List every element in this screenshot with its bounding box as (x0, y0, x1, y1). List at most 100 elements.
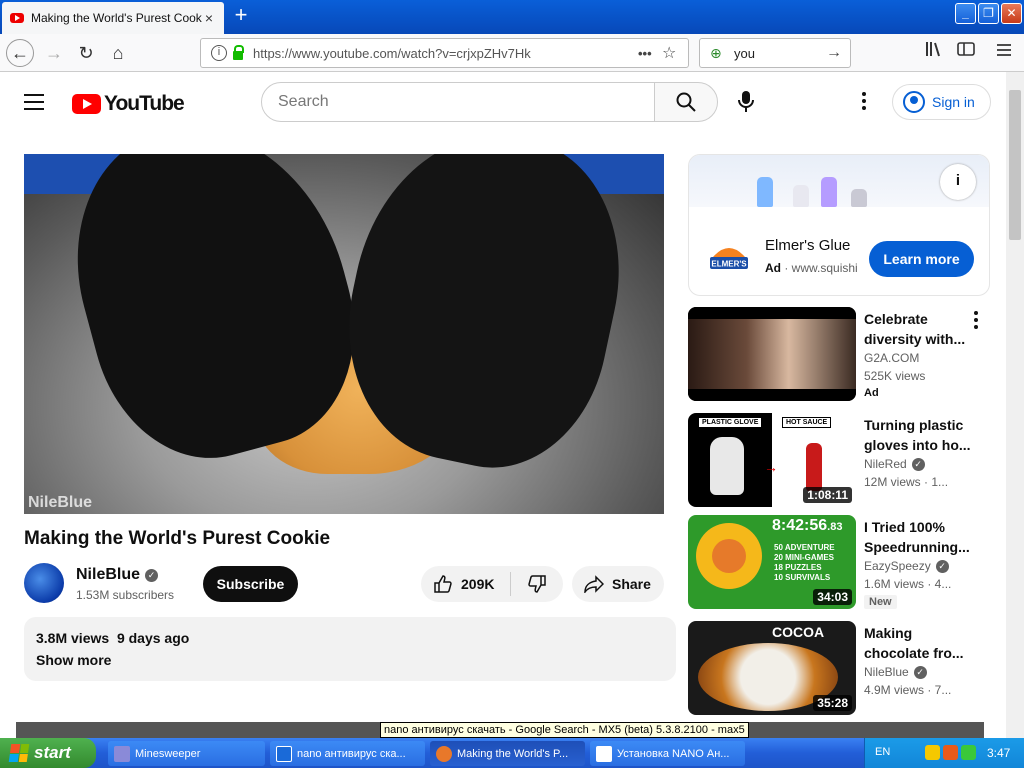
video-player[interactable]: NileBlue (24, 154, 664, 514)
rec-title[interactable]: Celebrate diversity with... (864, 309, 972, 349)
video-thumbnail[interactable]: PLASTIC GLOVE HOT SAUCE → 1:08:11 (688, 413, 856, 507)
library-icon[interactable] (920, 39, 948, 67)
mx5-icon (276, 745, 292, 762)
browser-search-input[interactable]: you (734, 46, 826, 61)
firefox-icon (436, 745, 452, 762)
minimize-button[interactable]: _ (955, 3, 976, 24)
page-scrollbar[interactable] (1006, 72, 1024, 738)
youtube-search-input[interactable]: Search (261, 82, 655, 122)
share-button[interactable]: Share (572, 566, 664, 602)
recommended-video[interactable]: PLASTIC GLOVE HOT SAUCE → 1:08:11 Turnin… (688, 413, 990, 507)
scrollbar-thumb[interactable] (1009, 90, 1021, 240)
home-button[interactable]: ⌂ (104, 39, 132, 67)
description-box[interactable]: 3.8M views 9 days ago Show more (24, 617, 676, 681)
ad-badge: Ad (864, 387, 879, 399)
youtube-logo[interactable]: YouTube (72, 92, 185, 116)
svg-text:ELMER'S: ELMER'S (711, 260, 747, 269)
close-window-button[interactable]: ✕ (1001, 3, 1022, 24)
browser-tab[interactable]: Making the World's Purest Cookie × (2, 2, 224, 34)
verified-check-icon: ✓ (145, 569, 159, 582)
video-thumbnail[interactable] (688, 307, 856, 401)
rec-title[interactable]: I Tried 100% Speedrunning... (864, 517, 972, 557)
security-shield-icon[interactable] (925, 745, 940, 760)
dislike-button[interactable] (511, 574, 563, 594)
url-bar[interactable]: i https://www.youtube.com/watch?v=crjxpZ… (200, 38, 689, 68)
video-thumbnail[interactable]: COCOA 35:28 (688, 621, 856, 715)
page-actions-icon[interactable]: ••• (638, 46, 662, 61)
youtube-search-button[interactable] (654, 82, 718, 122)
microphone-icon[interactable] (736, 90, 756, 114)
video-watermark: NileBlue (28, 494, 93, 511)
recommended-video[interactable]: COCOA 35:28 Making chocolate fro... Nile… (688, 621, 990, 715)
taskbar-item-firefox[interactable]: Making the World's P... (430, 741, 585, 766)
network-icon[interactable] (961, 745, 976, 760)
learn-more-button[interactable]: Learn more (869, 241, 974, 277)
lock-icon (233, 44, 244, 60)
youtube-header: YouTube Search Sign in (0, 72, 1006, 132)
rec-views: 1.6M views · 4... (864, 577, 952, 591)
maximize-button[interactable]: ❐ (978, 3, 999, 24)
more-options-icon[interactable] (974, 311, 978, 332)
sign-in-button[interactable]: Sign in (892, 84, 991, 120)
rec-title[interactable]: Turning plastic gloves into ho... (864, 415, 972, 455)
show-more-link[interactable]: Show more (36, 652, 664, 668)
elmers-logo: ELMER'S (709, 243, 749, 273)
ad-title[interactable]: Elmer's Glue (765, 237, 850, 254)
video-duration: 34:03 (813, 589, 852, 605)
windows-taskbar: start Minesweeper nano антивирус ска... … (0, 738, 1024, 768)
rec-channel: G2A.COM (864, 351, 920, 365)
language-indicator[interactable]: EN (875, 746, 890, 758)
video-meta: 3.8M views 9 days ago (36, 630, 190, 646)
minesweeper-icon (114, 745, 130, 762)
youtube-favicon-icon (10, 13, 24, 23)
taskbar-tooltip: nano антивирус скачать - Google Search -… (380, 722, 749, 738)
site-info-icon[interactable]: i (211, 45, 227, 61)
youtube-play-icon (72, 94, 101, 114)
tab-title: Making the World's Purest Cookie (31, 11, 202, 25)
browser-tab-bar: Making the World's Purest Cookie × + _ ❐… (0, 0, 1024, 34)
youtube-logo-text: YouTube (104, 92, 185, 115)
taskbar-item-minesweeper[interactable]: Minesweeper (108, 741, 265, 766)
taskbar-item-download[interactable]: Установка NANO Ан... (590, 741, 745, 766)
taskbar-item-mx5[interactable]: nano антивирус ска... (270, 741, 425, 766)
recommended-video[interactable]: Celebrate diversity with... G2A.COM 525K… (688, 307, 990, 401)
share-arrow-icon (584, 575, 604, 593)
search-go-icon[interactable]: → (826, 44, 850, 62)
video-title: Making the World's Purest Cookie (24, 528, 331, 549)
sidebar-icon[interactable] (952, 39, 980, 67)
like-button[interactable]: 209K (421, 572, 511, 596)
start-button[interactable]: start (0, 738, 96, 768)
rec-channel: EazySpeezy ✓ (864, 559, 949, 573)
new-tab-button[interactable]: + (230, 4, 252, 27)
channel-avatar[interactable] (24, 563, 64, 603)
bookmark-star-icon[interactable]: ☆ (662, 43, 688, 63)
url-text[interactable]: https://www.youtube.com/watch?v=crjxpZHv… (253, 46, 638, 61)
thumbs-down-icon (528, 575, 546, 593)
clock: 3:47 (987, 746, 1011, 760)
menu-icon[interactable] (990, 39, 1018, 67)
channel-name[interactable]: NileBlue ✓ (76, 566, 159, 584)
rec-title[interactable]: Making chocolate fro... (864, 623, 972, 663)
hamburger-menu-icon[interactable] (24, 94, 44, 110)
settings-kebab-icon[interactable] (860, 92, 868, 112)
ad-card[interactable]: i ELMER'S Elmer's Glue Ad · www.squishie… (688, 154, 990, 296)
back-button[interactable]: ← (6, 39, 34, 67)
video-thumbnail[interactable]: 8:42:56.83 50 ADVENTURE 20 MINI-GAMES 18 P… (688, 515, 856, 609)
browser-search-bar[interactable]: ⊕ you → (699, 38, 851, 68)
share-label: Share (612, 576, 651, 592)
forward-button[interactable]: → (40, 39, 68, 67)
ad-info-icon[interactable]: i (940, 164, 976, 200)
tab-close-icon[interactable]: × (202, 10, 216, 26)
tray-app-icon[interactable] (943, 745, 958, 760)
search-icon (676, 92, 696, 112)
reload-button[interactable]: ↻ (72, 39, 100, 67)
verified-check-icon: ✓ (911, 458, 925, 471)
windows-flag-icon (8, 744, 30, 762)
recommended-video[interactable]: 8:42:56.83 50 ADVENTURE 20 MINI-GAMES 18 P… (688, 515, 990, 609)
window-controls: _ ❐ ✕ (955, 3, 1022, 24)
rec-views: 12M views · 1... (864, 475, 949, 489)
system-tray: EN 3:47 (864, 738, 1024, 768)
ad-meta: Ad · www.squishies (765, 261, 857, 275)
new-badge: New (864, 595, 897, 609)
subscribe-button[interactable]: Subscribe (203, 566, 298, 602)
